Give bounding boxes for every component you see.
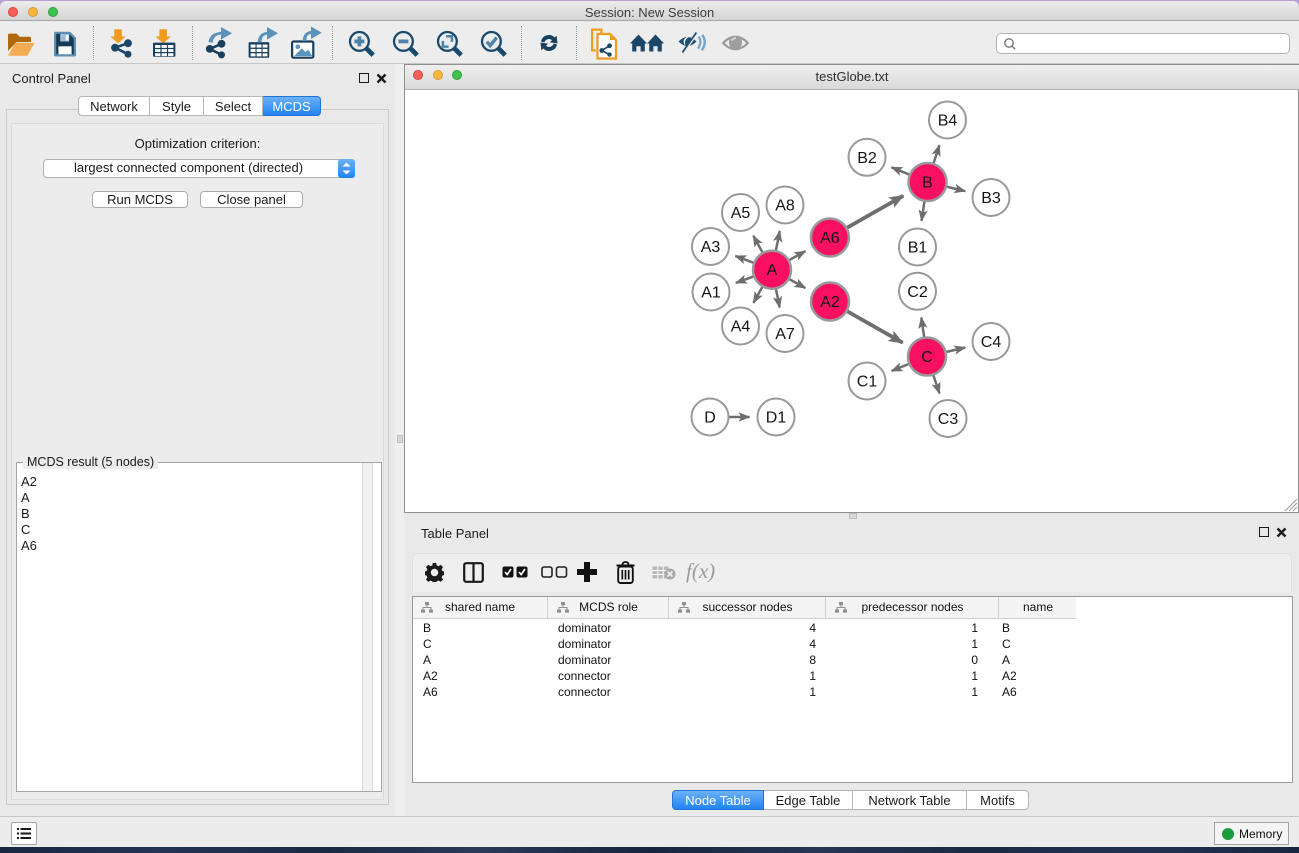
svg-text:A3: A3 <box>701 239 721 256</box>
svg-text:A: A <box>767 262 778 279</box>
svg-text:C2: C2 <box>907 284 928 301</box>
svg-text:B4: B4 <box>938 113 958 130</box>
svg-text:C4: C4 <box>981 334 1002 351</box>
svg-text:D1: D1 <box>766 410 787 427</box>
svg-text:A7: A7 <box>775 326 795 343</box>
svg-text:C: C <box>921 349 933 366</box>
svg-text:A2: A2 <box>820 294 840 311</box>
svg-text:B2: B2 <box>857 150 877 167</box>
svg-text:A6: A6 <box>820 230 840 247</box>
svg-text:A5: A5 <box>731 205 751 222</box>
svg-text:B3: B3 <box>981 190 1001 207</box>
svg-text:A4: A4 <box>731 319 751 336</box>
svg-text:B: B <box>922 175 933 192</box>
svg-text:D: D <box>704 410 716 427</box>
svg-text:C1: C1 <box>857 374 878 391</box>
svg-text:A8: A8 <box>775 198 795 215</box>
svg-text:A1: A1 <box>701 285 721 302</box>
svg-text:C3: C3 <box>938 411 959 428</box>
svg-text:B1: B1 <box>908 240 928 257</box>
